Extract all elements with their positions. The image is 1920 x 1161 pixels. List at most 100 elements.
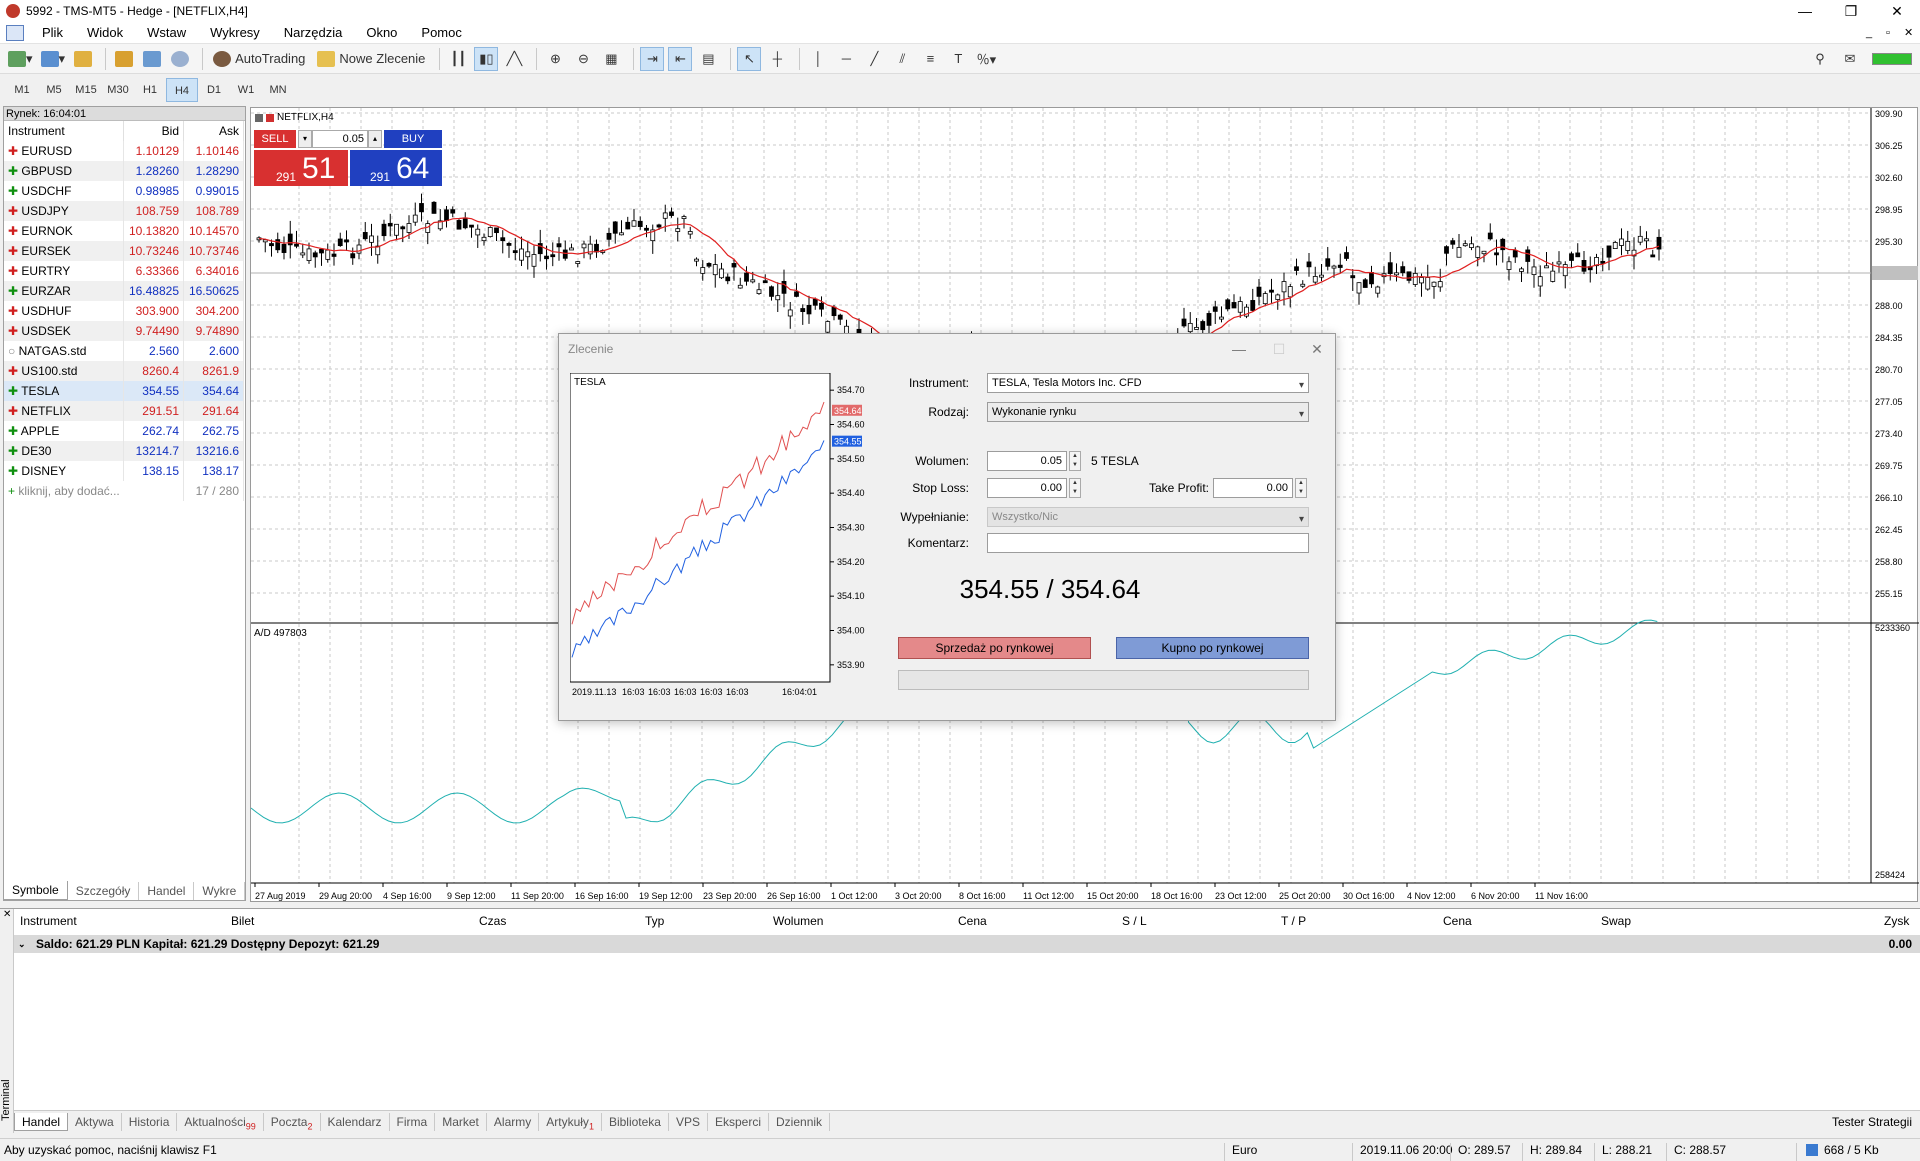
terminal-tab-firma[interactable]: Firma <box>390 1112 436 1131</box>
terminal-tab-market[interactable]: Market <box>435 1112 487 1131</box>
terminal-tab-dziennik[interactable]: Dziennik <box>769 1112 831 1131</box>
minimize-button[interactable]: — <box>1782 0 1828 22</box>
col-type[interactable]: Typ <box>645 914 664 928</box>
market-row-tesla[interactable]: ✚ TESLA 354.55 354.64 <box>4 381 244 401</box>
terminal-tab-poczta[interactable]: Poczta2 <box>264 1112 321 1131</box>
zoom-out-icon[interactable]: ⊖ <box>571 47 595 71</box>
stop-loss-input[interactable]: 0.00 <box>987 478 1067 498</box>
status-profile[interactable]: Euro <box>1232 1143 1257 1157</box>
terminal-tab-eksperci[interactable]: Eksperci <box>708 1112 770 1131</box>
timeframe-m1[interactable]: M1 <box>6 78 38 102</box>
terminal-close-icon[interactable]: ✕ <box>3 909 11 920</box>
navigator-icon[interactable] <box>140 47 164 71</box>
tab-details[interactable]: Szczegóły <box>68 882 140 900</box>
menu-insert[interactable]: Wstaw <box>135 22 198 44</box>
trend-line-icon[interactable]: ╱ <box>862 47 886 71</box>
data-window-icon[interactable] <box>112 47 136 71</box>
take-profit-input[interactable]: 0.00 <box>1213 478 1293 498</box>
menu-help[interactable]: Pomoc <box>409 22 473 44</box>
market-row-eursek[interactable]: ✚ EURSEK 10.73246 10.73746 <box>4 241 244 261</box>
fibonacci-icon[interactable]: ≡ <box>918 47 942 71</box>
terminal-tab-vps[interactable]: VPS <box>669 1112 708 1131</box>
menu-file[interactable]: Plik <box>30 22 75 44</box>
sell-market-button[interactable]: Sprzedaż po rynkowej <box>898 637 1091 659</box>
autoscroll-icon[interactable]: ⇥ <box>640 46 665 71</box>
mdi-close-button[interactable]: ✕ <box>1904 26 1913 39</box>
tab-trading[interactable]: Handel <box>139 882 195 900</box>
channel-icon[interactable]: ⫽ <box>890 47 914 71</box>
market-row-netflix[interactable]: ✚ NETFLIX 291.51 291.64 <box>4 401 244 421</box>
market-row-eurnok[interactable]: ✚ EURNOK 10.13820 10.14570 <box>4 221 244 241</box>
market-row-usdsek[interactable]: ✚ USDSEK 9.74490 9.74890 <box>4 321 244 341</box>
chart-menu-icon[interactable] <box>255 113 263 122</box>
status-traffic[interactable]: 668 / 5 Kb <box>1824 1143 1879 1157</box>
menu-charts[interactable]: Wykresy <box>198 22 272 44</box>
terminal-tab-artykuły[interactable]: Artykuły1 <box>539 1112 602 1131</box>
signals-icon[interactable] <box>168 47 192 71</box>
zoom-in-icon[interactable]: ⊕ <box>543 47 567 71</box>
volume-down-icon[interactable]: ▾ <box>298 130 312 148</box>
col-tp[interactable]: T / P <box>1281 914 1306 928</box>
col-swap[interactable]: Swap <box>1601 914 1631 928</box>
market-row-eurusd[interactable]: ✚ EURUSD 1.10129 1.10146 <box>4 141 244 161</box>
oneclick-buy-price[interactable]: 291 64 <box>350 150 442 186</box>
market-row-disney[interactable]: ✚ DISNEY 138.15 138.17 <box>4 461 244 481</box>
add-symbol-row[interactable]: + kliknij, aby dodać... 17 / 280 <box>4 481 244 501</box>
instrument-select[interactable]: TESLA, Tesla Motors Inc. CFD ▾ <box>987 373 1309 393</box>
market-row-natgasstd[interactable]: ○ NATGAS.std 2.560 2.600 <box>4 341 244 361</box>
col-volume[interactable]: Wolumen <box>773 914 823 928</box>
market-row-usdchf[interactable]: ✚ USDCHF 0.98985 0.99015 <box>4 181 244 201</box>
timeframe-d1[interactable]: D1 <box>198 78 230 102</box>
search-icon[interactable]: ⚲ <box>1808 47 1832 71</box>
templates-icon[interactable]: ▤ <box>696 47 720 71</box>
terminal-tab-handel[interactable]: Handel <box>14 1112 69 1131</box>
terminal-tab-historia[interactable]: Historia <box>122 1112 178 1131</box>
tile-windows-icon[interactable]: ▦ <box>599 47 623 71</box>
line-chart-icon[interactable]: ╱╲ <box>502 47 526 71</box>
maximize-button[interactable]: ❐ <box>1828 0 1874 22</box>
market-row-gbpusd[interactable]: ✚ GBPUSD 1.28260 1.28290 <box>4 161 244 181</box>
oneclick-sell-button[interactable]: SELL <box>254 130 296 148</box>
cursor-icon[interactable]: ↖ <box>737 46 762 71</box>
candlestick-chart-icon[interactable]: ▮▯ <box>474 46 499 71</box>
new-chart-icon[interactable]: ▾ <box>6 47 35 71</box>
column-instrument[interactable]: Instrument <box>4 121 125 141</box>
oneclick-buy-button[interactable]: BUY <box>384 130 442 148</box>
chart-shift-icon[interactable]: ⇤ <box>668 46 693 71</box>
col-sl[interactable]: S / L <box>1122 914 1147 928</box>
terminal-tab-aktualności[interactable]: Aktualności99 <box>177 1112 264 1131</box>
volume-up-icon[interactable]: ▴ <box>368 130 382 148</box>
terminal-tab-alarmy[interactable]: Alarmy <box>487 1112 540 1131</box>
timeframe-w1[interactable]: W1 <box>230 78 262 102</box>
market-watch-icon[interactable] <box>71 47 95 71</box>
profiles-icon[interactable]: ▾ <box>39 47 68 71</box>
horizontal-line-icon[interactable]: ─ <box>834 47 858 71</box>
volume-stepper[interactable]: ▲ ▼ <box>1069 451 1081 471</box>
oneclick-sell-price[interactable]: 291 51 <box>254 150 348 186</box>
col-price[interactable]: Cena <box>958 914 987 928</box>
market-row-eurzar[interactable]: ✚ EURZAR 16.48825 16.50625 <box>4 281 244 301</box>
column-ask[interactable]: Ask <box>183 121 244 141</box>
terminal-tab-biblioteka[interactable]: Biblioteka <box>602 1112 669 1131</box>
document-icon[interactable] <box>6 24 24 41</box>
text-icon[interactable]: T <box>946 47 970 71</box>
terminal-tab-kalendarz[interactable]: Kalendarz <box>321 1112 390 1131</box>
timeframe-m5[interactable]: M5 <box>38 78 70 102</box>
mdi-minimize-button[interactable]: _ <box>1866 27 1872 39</box>
market-row-de30[interactable]: ✚ DE30 13214.7 13216.6 <box>4 441 244 461</box>
terminal-tab-aktywa[interactable]: Aktywa <box>68 1112 122 1131</box>
market-row-us100std[interactable]: ✚ US100.std 8260.4 8261.9 <box>4 361 244 381</box>
column-bid[interactable]: Bid <box>123 121 184 141</box>
balance-row[interactable]: ⌄ Saldo: 621.29 PLN Kapitał: 621.29 Dost… <box>14 935 1920 953</box>
market-row-apple[interactable]: ✚ APPLE 262.74 262.75 <box>4 421 244 441</box>
vertical-line-icon[interactable]: │ <box>806 47 830 71</box>
menu-tools[interactable]: Narzędzia <box>272 22 355 44</box>
menu-window[interactable]: Okno <box>354 22 409 44</box>
col-profit[interactable]: Zysk <box>1884 914 1909 928</box>
timeframe-mn[interactable]: MN <box>262 78 294 102</box>
comment-input[interactable] <box>987 533 1309 553</box>
volume-input[interactable]: 0.05 <box>987 451 1067 471</box>
close-button[interactable]: ✕ <box>1874 0 1920 22</box>
tab-ticks[interactable]: Wykre <box>194 882 246 900</box>
oneclick-volume-input[interactable]: 0.05 <box>312 130 368 148</box>
